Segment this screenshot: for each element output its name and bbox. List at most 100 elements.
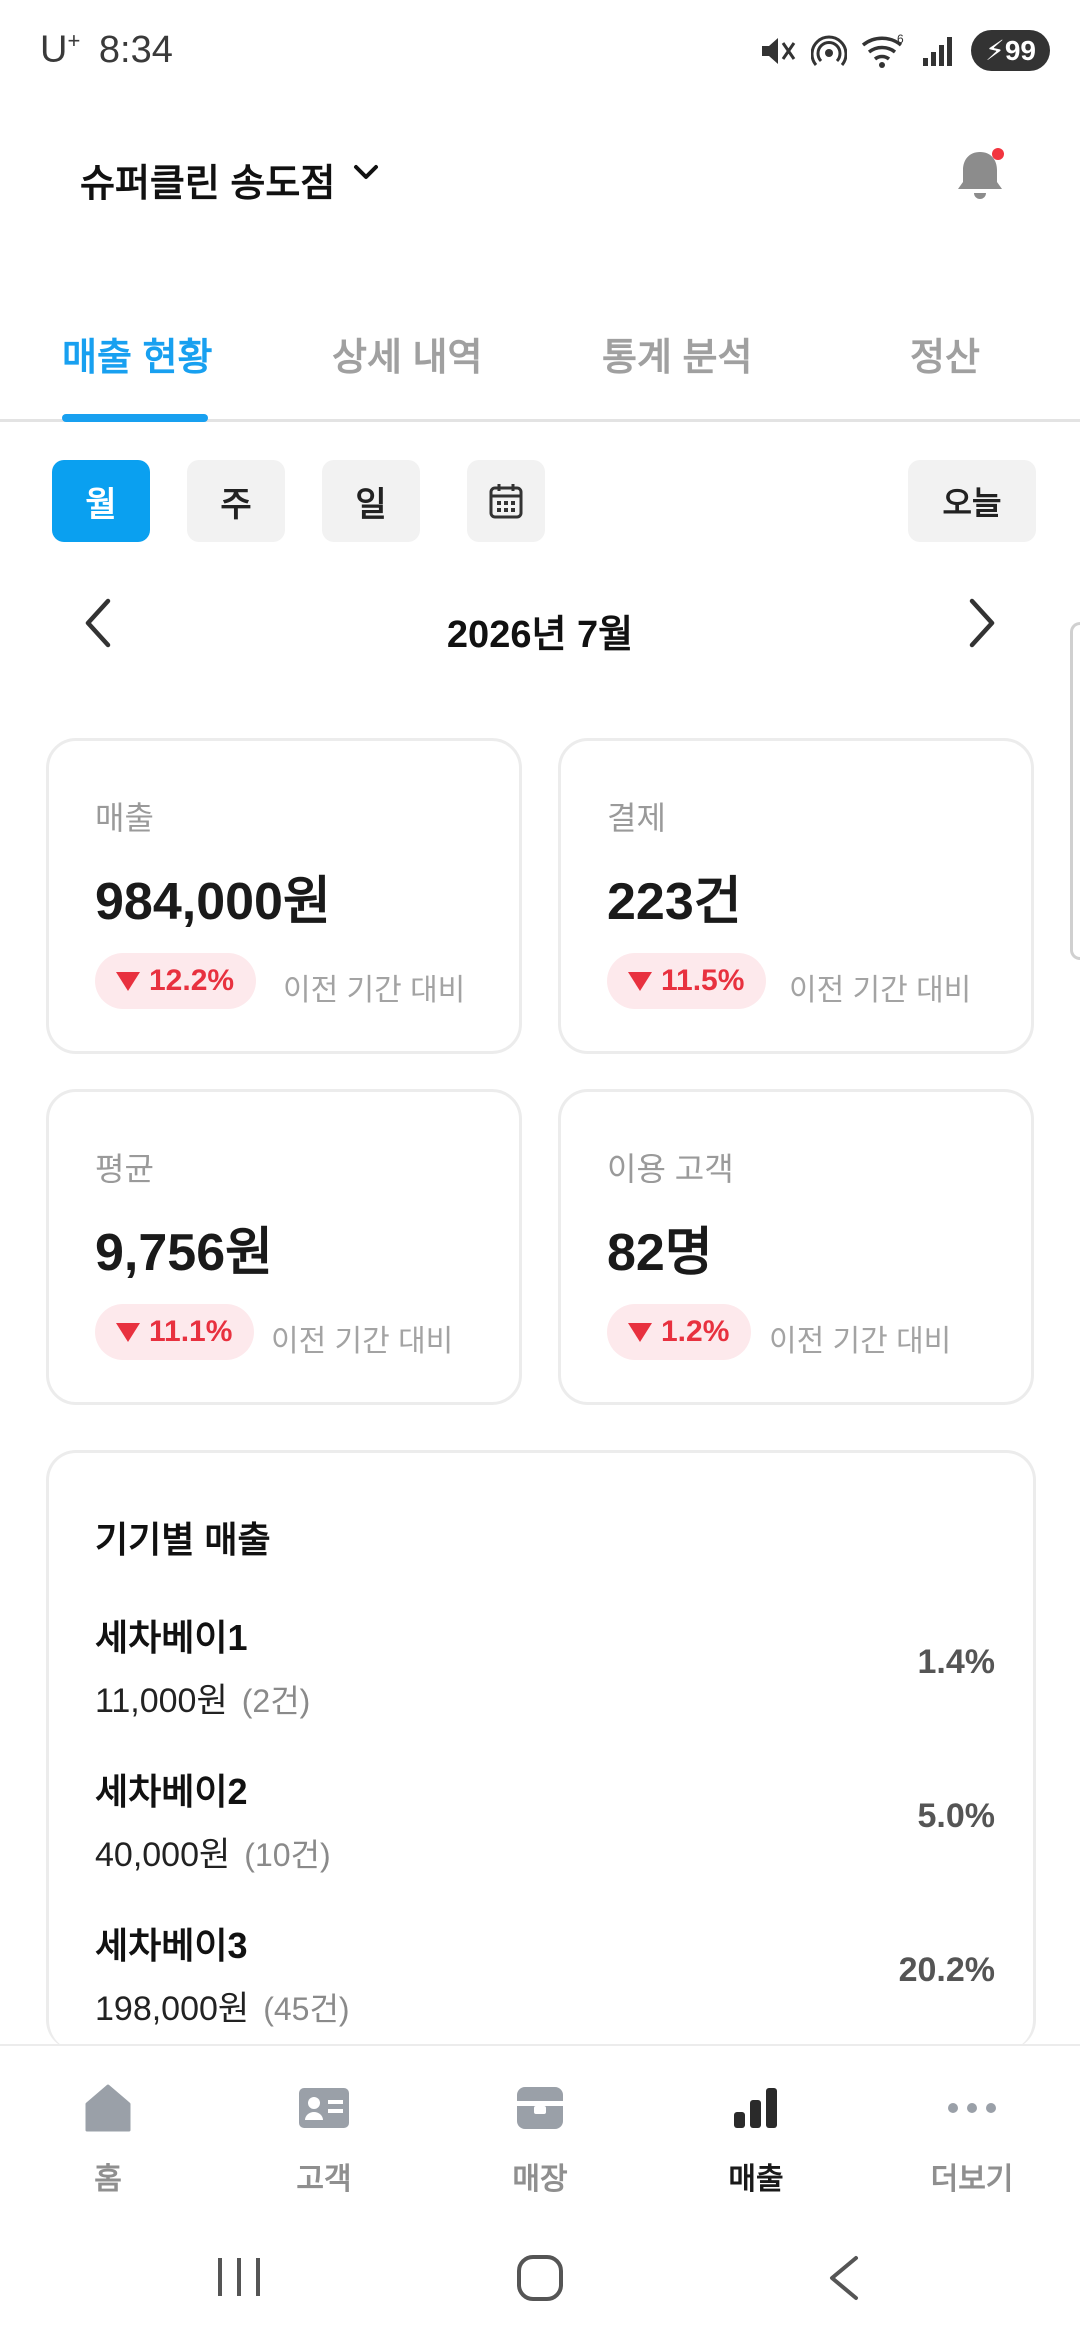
- mute-icon: [762, 37, 796, 64]
- carrier-time: U+ 8:34: [40, 28, 173, 72]
- back-icon[interactable]: [826, 2254, 862, 2302]
- nav-customer[interactable]: 고객: [254, 2076, 394, 2198]
- customers-stat-card[interactable]: 이용 고객 82명 1.2% 이전 기간 대비: [558, 1089, 1034, 1405]
- customers-compare-text: 이전 기간 대비: [769, 1325, 952, 1358]
- device-percentage: 1.4%: [917, 1643, 996, 1681]
- device-name: 세차베이3: [95, 1925, 248, 1966]
- period-month-button[interactable]: 월: [52, 460, 150, 542]
- customers-change-value: 1.2%: [661, 1315, 730, 1348]
- triangle-down-icon: [116, 972, 140, 991]
- clock: 8:34: [98, 28, 173, 71]
- active-tab-indicator: [62, 414, 208, 422]
- average-value: 9,756원: [95, 1224, 273, 1282]
- sales-change-badge: 12.2%: [95, 953, 257, 1009]
- sales-stat-card[interactable]: 매출 984,000원 12.2% 이전 기간 대비: [46, 738, 522, 1054]
- payments-compare-text: 이전 기간 대비: [789, 974, 972, 1007]
- carrier-plus: +: [67, 28, 81, 53]
- current-month-label: 2026년 7월: [446, 614, 634, 656]
- tab-bar: 매출 현황 상세 내역 통계 분석 정산: [0, 310, 1080, 422]
- tab-sales-status[interactable]: 매출 현황: [62, 326, 212, 381]
- device-name: 세차베이1: [95, 1617, 248, 1658]
- hotspot-icon: [811, 35, 848, 66]
- device-count: (45건): [263, 1991, 350, 2027]
- device-name: 세차베이2: [95, 1771, 248, 1812]
- svg-text:6: 6: [897, 33, 904, 46]
- device-amount: 40,000원 (10건): [95, 1827, 331, 1876]
- device-percentage: 20.2%: [898, 1951, 995, 1989]
- payments-change-value: 11.5%: [661, 964, 745, 997]
- home-button-icon[interactable]: [516, 2254, 564, 2302]
- device-count: (2건): [241, 1683, 311, 1719]
- device-sales-title: 기기별 매출: [95, 1519, 271, 1560]
- status-icons: 6 ⚡99: [759, 30, 1050, 71]
- period-selector: 월 주 일 오늘: [0, 460, 1080, 542]
- sales-compare-text: 이전 기간 대비: [283, 974, 466, 1007]
- nav-home[interactable]: 홈: [38, 2076, 178, 2198]
- sales-value: 984,000원: [95, 873, 331, 931]
- month-navigator: 2026년 7월: [0, 585, 1080, 665]
- system-navigation-bar: [0, 2214, 1080, 2340]
- average-compare-text: 이전 기간 대비: [271, 1325, 454, 1358]
- notification-bell-icon[interactable]: [954, 146, 1010, 204]
- tab-statistics[interactable]: 통계 분석: [602, 326, 752, 381]
- payments-value: 223건: [607, 873, 742, 931]
- nav-sales-label: 매출: [728, 2163, 784, 2196]
- period-day-button[interactable]: 일: [322, 460, 420, 542]
- recent-apps-icon[interactable]: [214, 2254, 264, 2300]
- nav-more-label: 더보기: [930, 2163, 1014, 2196]
- bar-chart-icon: [734, 2088, 777, 2128]
- sales-label: 매출: [95, 800, 154, 836]
- nav-customer-label: 고객: [296, 2163, 352, 2196]
- status-bar: U+ 8:34 6 ⚡99: [0, 0, 1080, 100]
- more-dots-icon: [948, 2103, 996, 2113]
- device-amount: 198,000원 (45건): [95, 1981, 350, 2030]
- device-amount-value: 198,000원: [95, 1990, 250, 2028]
- nav-sales[interactable]: 매출: [686, 2076, 826, 2198]
- battery-indicator: ⚡99: [971, 30, 1050, 71]
- wifi-icon: 6: [862, 33, 904, 68]
- average-label: 평균: [95, 1151, 154, 1187]
- home-icon: [85, 2084, 131, 2132]
- payments-stat-card[interactable]: 결제 223건 11.5% 이전 기간 대비: [558, 738, 1034, 1054]
- store-icon: [517, 2087, 563, 2129]
- signal-icon: [923, 36, 953, 66]
- payments-label: 결제: [607, 800, 666, 836]
- device-amount: 11,000원 (2건): [95, 1673, 310, 1722]
- customers-label: 이용 고객: [607, 1151, 734, 1187]
- tab-details[interactable]: 상세 내역: [332, 326, 482, 381]
- chevron-right-icon[interactable]: [964, 597, 1000, 649]
- battery-level: 99: [1004, 35, 1036, 66]
- carrier-name: U: [40, 28, 68, 71]
- triangle-down-icon: [116, 1323, 140, 1342]
- chevron-down-icon[interactable]: [350, 156, 382, 188]
- scroll-handle[interactable]: [1070, 622, 1080, 960]
- tab-settlement[interactable]: 정산: [910, 326, 980, 381]
- nav-home-label: 홈: [94, 2163, 122, 2196]
- customer-card-icon: [299, 2088, 349, 2128]
- period-week-button[interactable]: 주: [187, 460, 285, 542]
- calendar-button[interactable]: [467, 460, 545, 542]
- device-percentage: 5.0%: [917, 1797, 996, 1835]
- nav-more[interactable]: 더보기: [902, 2076, 1042, 2198]
- bottom-navigation: 홈 고객 매장 매출 더보기: [0, 2044, 1080, 2214]
- store-selector[interactable]: 슈퍼클린 송도점: [80, 152, 335, 207]
- today-button[interactable]: 오늘: [908, 460, 1036, 542]
- average-stat-card[interactable]: 평균 9,756원 11.1% 이전 기간 대비: [46, 1089, 522, 1405]
- battery-charging-icon: ⚡: [985, 35, 1005, 66]
- header: 슈퍼클린 송도점: [0, 130, 1080, 220]
- payments-change-badge: 11.5%: [607, 953, 767, 1009]
- customers-change-badge: 1.2%: [607, 1304, 752, 1360]
- device-row[interactable]: 세차베이2 40,000원 (10건) 5.0%: [95, 1763, 995, 1893]
- device-row[interactable]: 세차베이1 11,000원 (2건) 1.4%: [95, 1609, 995, 1739]
- customers-value: 82명: [607, 1224, 713, 1282]
- triangle-down-icon: [628, 972, 652, 991]
- device-amount-value: 11,000원: [95, 1682, 228, 1720]
- device-count: (10건): [244, 1837, 331, 1873]
- average-change-value: 11.1%: [149, 1315, 233, 1348]
- triangle-down-icon: [628, 1323, 652, 1342]
- device-row[interactable]: 세차베이3 198,000원 (45건) 20.2%: [95, 1917, 995, 2047]
- calendar-icon: [489, 484, 523, 519]
- device-sales-panel: 기기별 매출 세차베이1 11,000원 (2건) 1.4% 세차베이2 40,0…: [46, 1450, 1036, 2050]
- nav-store-label: 매장: [512, 2163, 568, 2196]
- nav-store[interactable]: 매장: [470, 2076, 610, 2198]
